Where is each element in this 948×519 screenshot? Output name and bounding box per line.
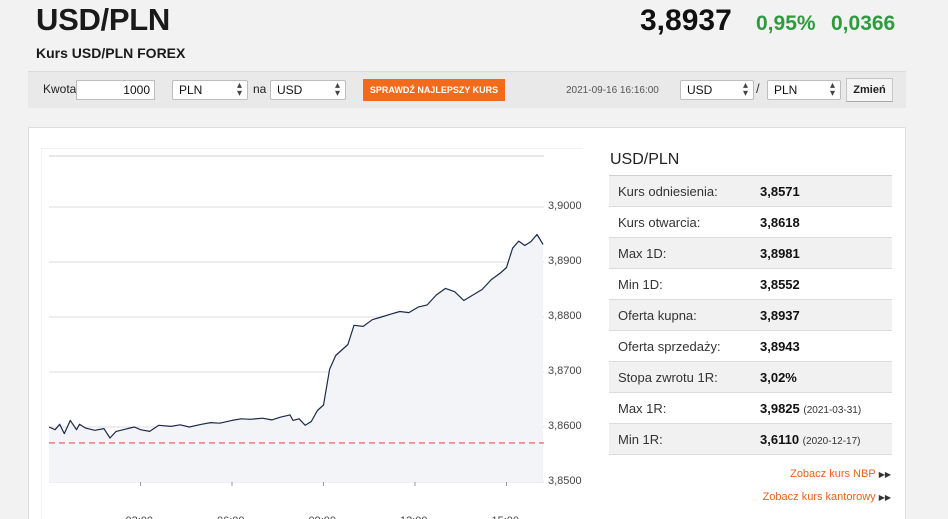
stat-label: Min 1R:: [618, 432, 663, 447]
x-tick-label: 15:00: [492, 515, 520, 519]
stat-value-number: 3,8571: [760, 184, 800, 199]
from-currency-value: PLN: [179, 83, 203, 97]
quote-currency-value: PLN: [774, 83, 798, 97]
stat-value: 3,8937: [760, 308, 800, 323]
stat-value-number: 3,8618: [760, 215, 800, 230]
stat-label: Max 1R:: [618, 401, 667, 416]
stat-value: 3,8981: [760, 246, 800, 261]
stat-row: Min 1R: 3,6110 (2020-12-17): [609, 424, 892, 455]
stat-label: Min 1D:: [618, 277, 663, 292]
page-title: USD/PLN: [36, 2, 170, 37]
stat-label: Oferta sprzedaży:: [618, 339, 721, 354]
to-currency-value: USD: [277, 83, 303, 97]
stat-row: Stopa zwrotu 1R: 3,02%: [609, 362, 892, 393]
stat-row: Min 1D: 3,8552: [609, 269, 892, 300]
stat-date: (2021-03-31): [803, 405, 862, 416]
from-currency-select[interactable]: PLN ▴ ▾: [172, 80, 248, 100]
to-label: na: [253, 82, 267, 96]
x-tick-label: 09:00: [309, 515, 337, 519]
best-rate-button[interactable]: SPRAWDŹ NAJLEPSZY KURS: [363, 79, 505, 101]
change-absolute: 0,0366: [831, 12, 896, 35]
nbp-rate-link-label: Zobacz kurs NBP: [790, 468, 876, 480]
stat-row: Max 1R: 3,9825 (2021-03-31): [609, 393, 892, 424]
double-chevron-icon: ▶▶: [878, 493, 891, 502]
price-area-fill: [49, 234, 544, 482]
amount-input[interactable]: [76, 80, 155, 100]
y-tick-label: 3,8500: [548, 475, 582, 487]
stat-date: (2020-12-17): [802, 436, 861, 447]
panel-title: USD/PLN: [610, 151, 680, 168]
stat-value: 3,8618: [760, 215, 800, 230]
x-tick-label: 12:00: [400, 515, 428, 519]
current-price: 3,8937: [640, 4, 732, 37]
kantor-rate-link-label: Zobacz kurs kantorowy: [762, 491, 876, 503]
stats-table: Kurs odniesienia: 3,8571 Kurs otwarcia: 3,8…: [609, 175, 892, 455]
double-chevron-icon: ▶▶: [878, 470, 891, 479]
y-tick-label: 3,8600: [548, 420, 582, 432]
y-tick-label: 3,9000: [548, 200, 582, 212]
stat-value: 3,9825 (2021-03-31): [760, 401, 861, 416]
stat-row: Oferta kupna: 3,8937: [609, 300, 892, 331]
stat-label: Kurs odniesienia:: [618, 184, 718, 199]
base-currency-value: USD: [687, 83, 713, 97]
y-tick-label: 3,8900: [548, 255, 582, 267]
select-arrows-icon: ▴ ▾: [829, 80, 835, 99]
stat-row: Kurs odniesienia: 3,8571: [609, 176, 892, 207]
stat-value-number: 3,02%: [760, 370, 797, 385]
pair-separator: /: [756, 81, 760, 96]
change-pair-button[interactable]: Zmień: [846, 78, 893, 102]
stat-value: 3,8943: [760, 339, 800, 354]
stat-value: 3,8571: [760, 184, 800, 199]
stat-label: Kurs otwarcia:: [618, 215, 701, 230]
stat-value: 3,8552: [760, 277, 800, 292]
stat-label: Max 1D:: [618, 246, 667, 261]
quote-currency-select[interactable]: PLN ▴ ▾: [767, 80, 841, 100]
price-chart-svg: [41, 148, 583, 519]
stat-row: Kurs otwarcia: 3,8618: [609, 207, 892, 238]
nbp-rate-link[interactable]: Zobacz kurs NBP ▶▶: [790, 468, 891, 480]
y-tick-label: 3,8700: [548, 365, 582, 377]
stat-row: Max 1D: 3,8981: [609, 238, 892, 269]
select-arrows-icon: ▴ ▾: [742, 80, 748, 99]
select-arrows-icon: ▴ ▾: [236, 80, 242, 99]
page-subtitle: Kurs USD/PLN FOREX: [36, 45, 186, 61]
y-tick-label: 3,8800: [548, 310, 582, 322]
stat-value-number: 3,8552: [760, 277, 800, 292]
x-tick-label: 06:00: [217, 515, 245, 519]
converter-toolbar: Kwota PLN ▴▾ na USD ▴▾ SPRAWDŹ NAJLEPSZY…: [28, 71, 906, 108]
stat-value: 3,02%: [760, 370, 797, 385]
amount-label: Kwota: [43, 82, 77, 96]
stat-value-number: 3,9825: [760, 401, 800, 416]
select-arrows-icon: ▴ ▾: [334, 80, 340, 99]
stat-row: Oferta sprzedaży: 3,8943: [609, 331, 892, 362]
stat-value: 3,6110 (2020-12-17): [760, 432, 860, 447]
to-currency-select[interactable]: USD ▴ ▾: [270, 80, 346, 100]
stat-label: Stopa zwrotu 1R:: [618, 370, 718, 385]
x-tick-label: 03:00: [126, 515, 154, 519]
stat-value-number: 3,6110: [760, 432, 800, 447]
quote-timestamp: 2021-09-16 16:16:00: [566, 85, 659, 96]
stat-value-number: 3,8943: [760, 339, 800, 354]
change-percent: 0,95%: [756, 12, 816, 35]
price-chart: 3,9000 3,8900 3,8800 3,8700 3,8600 3,8500 03:0…: [41, 148, 583, 519]
quote-card: 3,9000 3,8900 3,8800 3,8700 3,8600 3,8500 03:0…: [28, 127, 906, 519]
kantor-rate-link[interactable]: Zobacz kurs kantorowy ▶▶: [763, 491, 891, 503]
base-currency-select[interactable]: USD ▴ ▾: [680, 80, 754, 100]
stat-value-number: 3,8981: [760, 246, 800, 261]
stat-label: Oferta kupna:: [618, 308, 697, 323]
stat-value-number: 3,8937: [760, 308, 800, 323]
